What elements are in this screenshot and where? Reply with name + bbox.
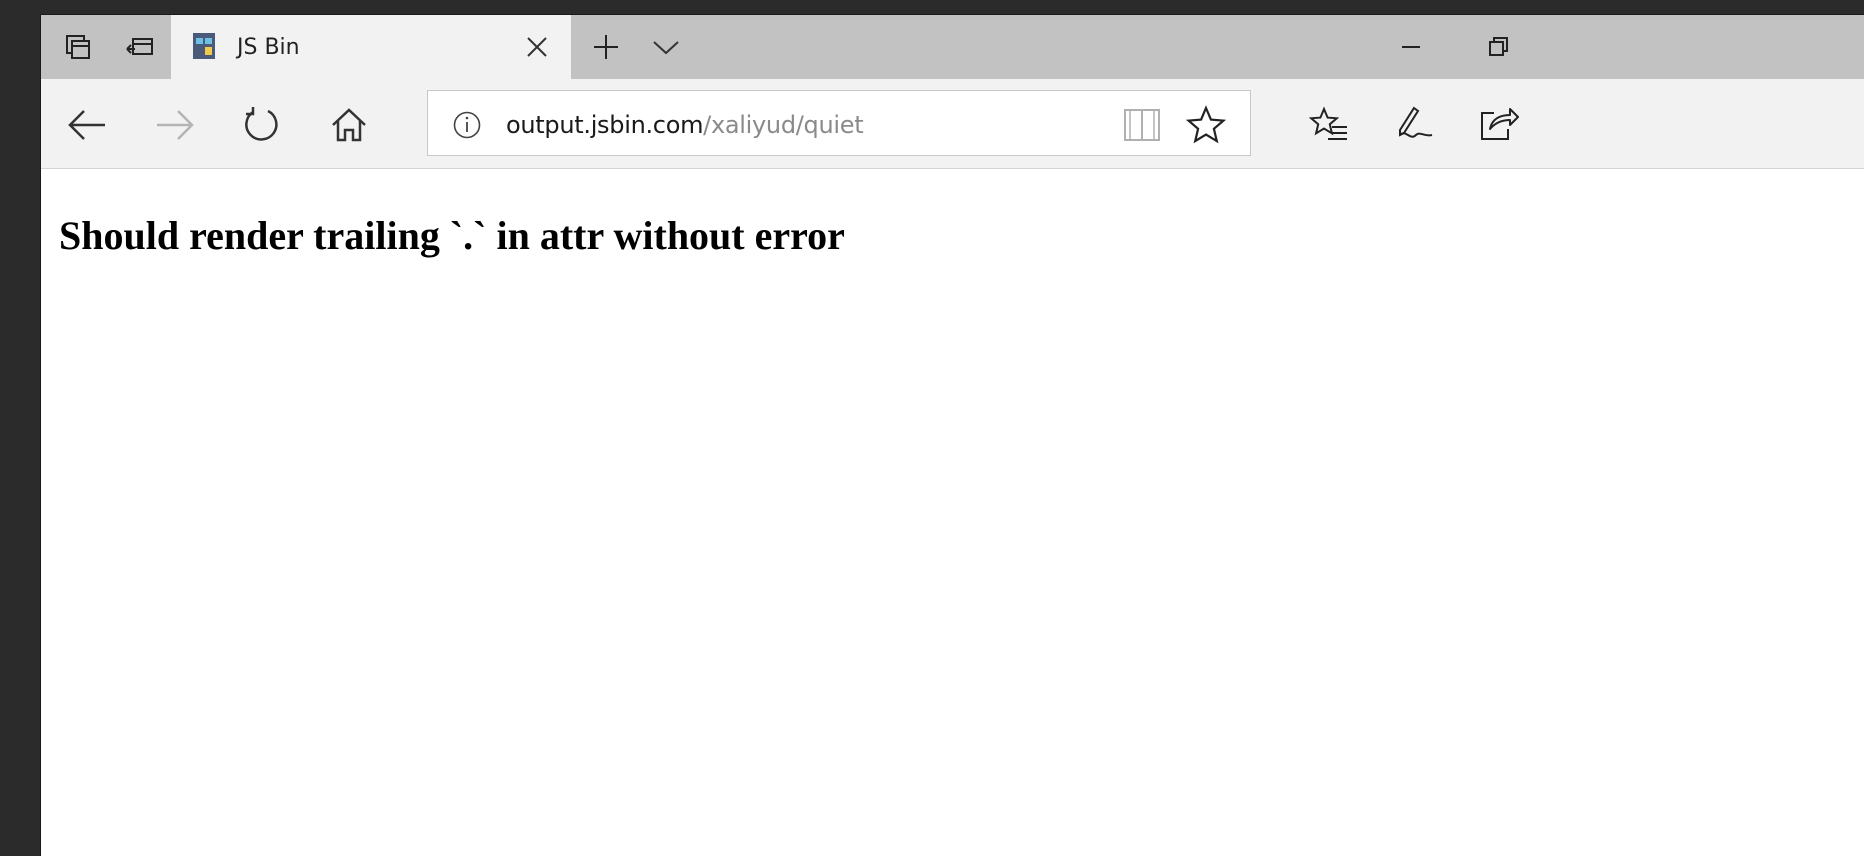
restore-button[interactable] (1469, 15, 1529, 79)
tab-title: JS Bin (237, 35, 300, 60)
plus-icon (594, 35, 618, 59)
refresh-icon (245, 107, 278, 141)
chevron-down-icon (653, 41, 679, 55)
forward-button[interactable] (149, 99, 201, 151)
title-bar: JS Bin (41, 15, 1864, 79)
jsbin-favicon-icon (193, 33, 215, 59)
close-icon (527, 37, 547, 57)
arrow-left-icon (68, 110, 105, 140)
tab-close-button[interactable] (523, 33, 551, 61)
book-icon[interactable] (1122, 107, 1162, 143)
refresh-button[interactable] (235, 99, 287, 151)
url-host: output.jsbin.com (506, 111, 704, 139)
tab-actions-button[interactable] (49, 15, 107, 79)
share-button[interactable] (1473, 99, 1525, 151)
url-path: /xaliyud/quiet (703, 111, 864, 139)
address-bar[interactable]: output.jsbin.com/xaliyud/quiet (427, 90, 1251, 156)
restore-icon (1489, 37, 1508, 56)
browser-window: JS Bin output.jsbin.com/xaliyud/quiet Sh… (40, 14, 1864, 856)
info-icon[interactable] (452, 110, 482, 140)
pen-icon (1399, 106, 1433, 138)
tab-preview-button[interactable] (641, 15, 691, 79)
navigation-bar: output.jsbin.com/xaliyud/quiet (41, 79, 1864, 169)
tab-jsbin[interactable]: JS Bin (171, 15, 571, 79)
new-tab-button[interactable] (581, 15, 631, 79)
favorites-list-icon (1308, 106, 1347, 140)
url-text[interactable]: output.jsbin.com/xaliyud/quiet (506, 111, 864, 139)
star-icon[interactable] (1186, 105, 1226, 145)
share-icon (1481, 108, 1519, 140)
tab-actions-icon (66, 35, 90, 59)
home-icon (332, 108, 366, 142)
home-button[interactable] (323, 99, 375, 151)
back-button[interactable] (61, 99, 113, 151)
minimize-button[interactable] (1381, 15, 1441, 79)
minimize-icon (1402, 46, 1420, 48)
arrow-right-icon (157, 110, 194, 140)
set-aside-tabs-icon (126, 38, 153, 55)
page-content: Should render trailing `.` in attr witho… (41, 170, 1864, 856)
page-heading: Should render trailing `.` in attr witho… (59, 213, 845, 258)
set-aside-tabs-button[interactable] (111, 15, 169, 79)
web-note-button[interactable] (1389, 99, 1441, 151)
favorites-hub-button[interactable] (1303, 99, 1355, 151)
